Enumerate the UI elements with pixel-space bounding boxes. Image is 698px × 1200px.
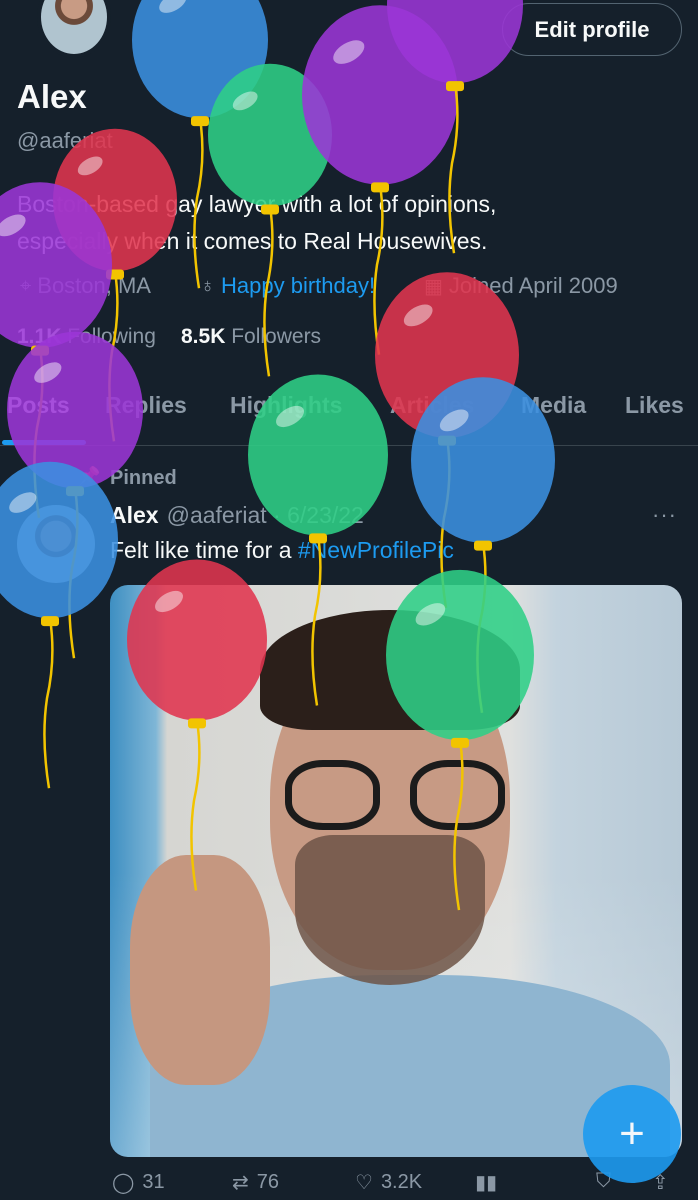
- repost-action[interactable]: ⇄ 76: [232, 1170, 279, 1195]
- more-options-icon[interactable]: ···: [652, 502, 677, 528]
- location-pin-icon: ⌖: [20, 274, 32, 297]
- post-photo[interactable]: [110, 585, 682, 1157]
- balloon-3: [302, 5, 458, 355]
- profile-joined: ▦ Joined April 2009: [424, 273, 618, 299]
- bio-line-1: Boston-based gay lawyer with a lot of op…: [17, 191, 497, 217]
- repost-count: 76: [256, 1171, 280, 1193]
- tab-posts[interactable]: Posts: [7, 392, 70, 419]
- profile-bio: Boston-based gay lawyer with a lot of op…: [17, 186, 667, 260]
- like-action[interactable]: ♡ 3.2K: [355, 1170, 422, 1195]
- like-count: 3.2K: [380, 1171, 423, 1193]
- website-link[interactable]: Happy birthday!: [221, 273, 375, 299]
- post-author-avatar[interactable]: [17, 505, 95, 583]
- profile-tabs: Posts Replies Highlights Articles Media …: [0, 384, 698, 446]
- repost-icon: ⇄: [232, 1172, 249, 1194]
- profile-website[interactable]: ♁ Happy birthday!: [200, 273, 375, 299]
- tab-media[interactable]: Media: [521, 392, 586, 419]
- following-link[interactable]: 1.1K Following: [17, 325, 156, 349]
- post-text-body: Felt like time for a: [110, 537, 298, 563]
- followers-count: 8.5K: [181, 325, 226, 348]
- views-action[interactable]: ▮▮: [475, 1170, 497, 1195]
- reply-action[interactable]: ◯ 31: [112, 1170, 165, 1195]
- post-author[interactable]: Alex @aaferiat · 6/23/22: [110, 502, 364, 529]
- tab-replies[interactable]: Replies: [105, 392, 187, 419]
- link-icon: ♁: [200, 274, 215, 297]
- following-label: Following: [67, 325, 156, 348]
- post-author-name[interactable]: Alex: [110, 502, 159, 529]
- views-icon: ▮▮: [475, 1172, 498, 1194]
- following-count: 1.1K: [17, 325, 62, 348]
- post-text: Felt like time for a #NewProfilePic: [110, 537, 454, 564]
- tab-highlights[interactable]: Highlights: [230, 392, 342, 419]
- active-tab-indicator: [2, 440, 86, 445]
- edit-profile-button[interactable]: Edit profile: [502, 3, 682, 56]
- profile-handle: @aaferiat: [17, 128, 113, 153]
- reply-icon: ◯: [112, 1172, 135, 1194]
- calendar-icon: ▦: [424, 275, 443, 298]
- followers-link[interactable]: 8.5K Followers: [181, 325, 321, 349]
- pin-icon: 📌: [78, 466, 101, 486]
- followers-label: Followers: [231, 325, 322, 348]
- reply-count: 31: [142, 1171, 165, 1193]
- compose-post-button[interactable]: +: [583, 1085, 681, 1183]
- post-handle-date: @aaferiat · 6/23/22: [166, 502, 364, 528]
- profile-avatar[interactable]: [37, 0, 111, 58]
- post-hashtag[interactable]: #NewProfilePic: [298, 537, 454, 563]
- tab-articles[interactable]: Articles: [390, 392, 474, 419]
- profile-location: ⌖ Boston, MA: [20, 273, 151, 299]
- bio-line-2: especially when it comes to Real Housewi…: [17, 228, 488, 254]
- profile-name: Alex: [17, 78, 87, 115]
- location-text: Boston, MA: [37, 273, 151, 298]
- joined-text: Joined April 2009: [448, 273, 618, 298]
- pinned-label: Pinned: [110, 467, 177, 489]
- heart-icon: ♡: [355, 1172, 373, 1194]
- tab-likes[interactable]: Likes: [625, 392, 684, 419]
